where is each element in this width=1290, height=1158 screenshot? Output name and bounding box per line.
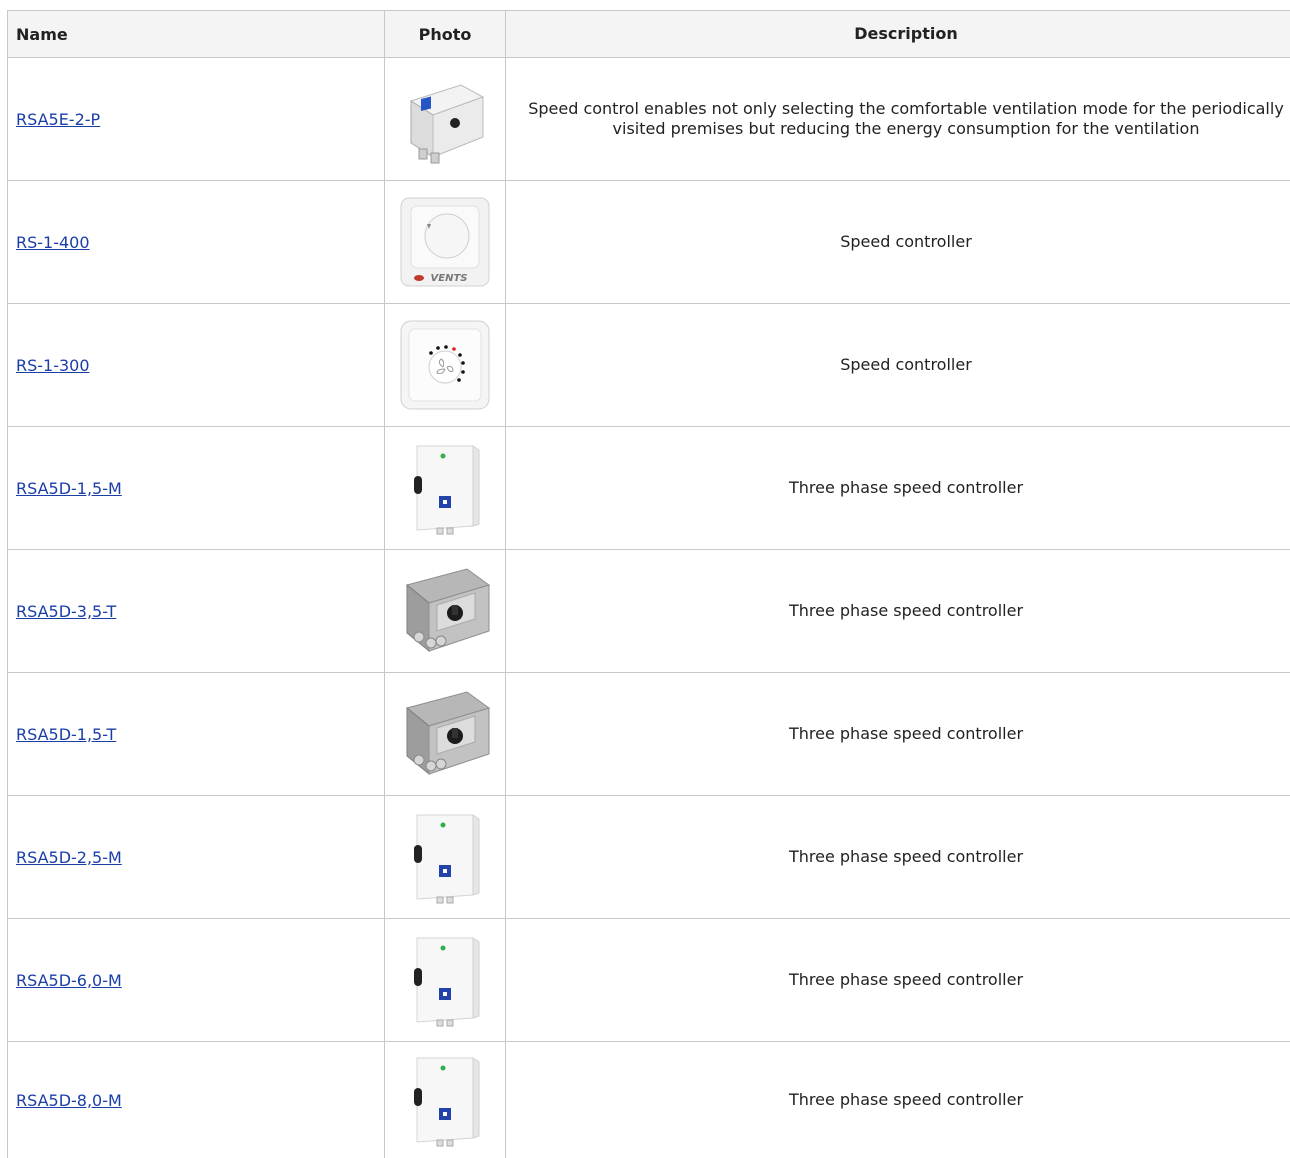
product-name-link[interactable]: RSA5D-6,0-M <box>16 971 122 990</box>
description-cell: Speed control enables not only selecting… <box>506 58 1290 181</box>
control-cabinet-icon[interactable] <box>397 970 493 989</box>
name-cell: RSA5D-1,5-M <box>8 427 385 550</box>
table-row: RSA5D-6,0-M Three phase speed controller <box>8 919 1290 1042</box>
photo-cell: VENTS <box>385 181 506 304</box>
table-header-row: Name Photo Description <box>8 11 1290 58</box>
description-cell: Three phase speed controller <box>506 796 1290 919</box>
photo-cell <box>385 58 506 181</box>
gray-enclosure-knob-icon[interactable] <box>397 724 493 743</box>
table-row: RS-1-300 Speed controller <box>8 304 1290 427</box>
name-cell: RSA5D-1,5-T <box>8 673 385 796</box>
control-cabinet-icon[interactable] <box>397 847 493 866</box>
description-cell: Three phase speed controller <box>506 1042 1290 1158</box>
description-cell: Three phase speed controller <box>506 673 1290 796</box>
table-row: RSA5D-2,5-M Three phase speed controller <box>8 796 1290 919</box>
control-cabinet-icon[interactable] <box>397 478 493 497</box>
table-row: RSA5D-1,5-M Three phase speed controller <box>8 427 1290 550</box>
gray-enclosure-knob-icon[interactable] <box>397 601 493 620</box>
name-cell: RSA5D-6,0-M <box>8 919 385 1042</box>
description-cell: Speed controller <box>506 304 1290 427</box>
product-name-link[interactable]: RSA5D-1,5-M <box>16 479 122 498</box>
description-cell: Three phase speed controller <box>506 427 1290 550</box>
photo-cell <box>385 1042 506 1158</box>
name-cell: RSA5D-2,5-M <box>8 796 385 919</box>
column-header-name: Name <box>8 11 385 58</box>
column-header-description: Description <box>506 11 1290 58</box>
product-name-link[interactable]: RS-1-300 <box>16 356 90 375</box>
table-row: RS-1-400 VENTS Speed controller <box>8 181 1290 304</box>
wall-rotary-dimmer-icon[interactable]: VENTS <box>397 232 493 251</box>
table-row: RSA5D-3,5-T Three phase speed controller <box>8 550 1290 673</box>
description-cell: Three phase speed controller <box>506 919 1290 1042</box>
photo-cell <box>385 796 506 919</box>
wall-fan-dial-icon[interactable] <box>397 355 493 374</box>
name-cell: RSA5D-8,0-M <box>8 1042 385 1158</box>
column-header-photo: Photo <box>385 11 506 58</box>
photo-cell <box>385 673 506 796</box>
photo-cell <box>385 919 506 1042</box>
name-cell: RS-1-400 <box>8 181 385 304</box>
photo-cell <box>385 427 506 550</box>
description-cell: Three phase speed controller <box>506 550 1290 673</box>
name-cell: RS-1-300 <box>8 304 385 427</box>
photo-cell <box>385 304 506 427</box>
table-row: RSA5E-2-P Speed control enables not only … <box>8 58 1290 181</box>
product-name-link[interactable]: RSA5E-2-P <box>16 110 100 129</box>
svg-text:VENTS: VENTS <box>431 273 468 284</box>
table-row: RSA5D-1,5-T Three phase speed controller <box>8 673 1290 796</box>
product-name-link[interactable]: RSA5D-8,0-M <box>16 1091 122 1110</box>
name-cell: RSA5D-3,5-T <box>8 550 385 673</box>
product-name-link[interactable]: RSA5D-2,5-M <box>16 848 122 867</box>
control-cabinet-icon[interactable] <box>397 1090 493 1109</box>
description-cell: Speed controller <box>506 181 1290 304</box>
product-name-link[interactable]: RSA5D-1,5-T <box>16 725 116 744</box>
product-name-link[interactable]: RSA5D-3,5-T <box>16 602 116 621</box>
photo-cell <box>385 550 506 673</box>
name-cell: RSA5E-2-P <box>8 58 385 181</box>
product-name-link[interactable]: RS-1-400 <box>16 233 90 252</box>
surface-box-with-switch-icon[interactable] <box>397 109 493 128</box>
products-table: Name Photo Description RSA5E-2-P Speed co… <box>7 10 1290 1158</box>
table-row: RSA5D-8,0-M Three phase speed controller <box>8 1042 1290 1158</box>
